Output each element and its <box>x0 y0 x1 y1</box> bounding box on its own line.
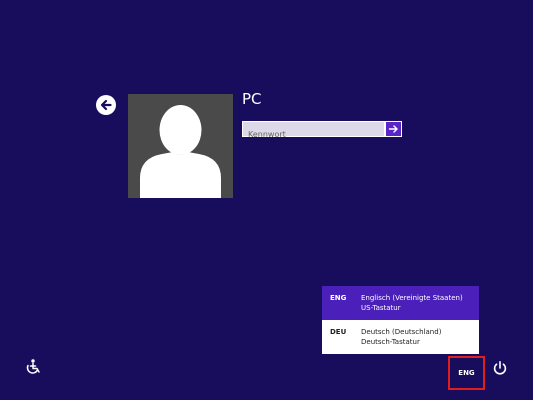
language-menu: ENG Englisch (Vereinigte Staaten) US-Tas… <box>322 286 479 354</box>
language-code: DEU <box>330 328 347 336</box>
password-input[interactable] <box>243 127 384 142</box>
language-indicator-label: ENG <box>458 369 475 377</box>
ease-of-access-button[interactable] <box>24 358 42 376</box>
language-option-eng[interactable]: ENG Englisch (Vereinigte Staaten) US-Tas… <box>322 286 479 320</box>
password-field[interactable] <box>242 121 385 142</box>
right-arrow-icon <box>388 125 398 133</box>
submit-button[interactable] <box>385 121 402 137</box>
username: PC <box>242 90 262 108</box>
back-arrow-icon <box>96 95 116 115</box>
user-silhouette-icon <box>140 105 221 198</box>
keyboard-layout: Deutsch-Tastatur <box>361 338 420 346</box>
back-button[interactable] <box>95 94 117 116</box>
ease-of-access-icon <box>26 359 40 374</box>
language-code: ENG <box>330 294 347 302</box>
power-icon <box>493 360 507 375</box>
language-indicator-button[interactable]: ENG <box>448 356 485 390</box>
language-name: Englisch (Vereinigte Staaten) <box>361 294 463 302</box>
avatar <box>128 94 233 198</box>
power-button[interactable] <box>492 360 508 376</box>
language-option-deu[interactable]: DEU Deutsch (Deutschland) Deutsch-Tastat… <box>322 320 479 354</box>
keyboard-layout: US-Tastatur <box>361 304 401 312</box>
language-name: Deutsch (Deutschland) <box>361 328 442 336</box>
